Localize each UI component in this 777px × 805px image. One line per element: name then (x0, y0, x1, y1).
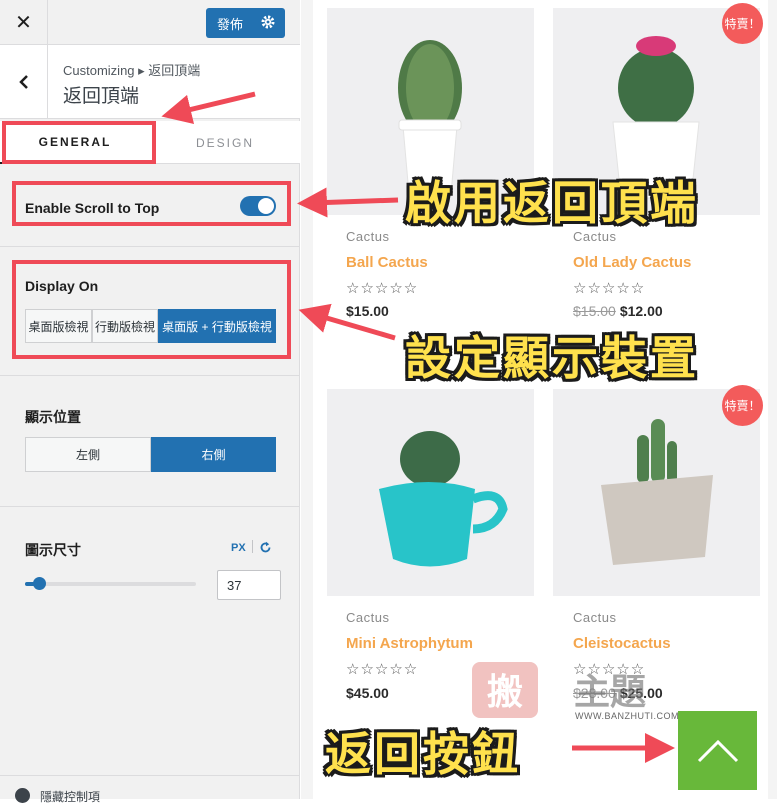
callout-display-device: 設定顯示裝置 (405, 331, 699, 385)
arrow-to-scroll (297, 187, 399, 218)
annotation-arrows (161, 91, 675, 763)
arrow-to-display (298, 303, 396, 341)
arrow-to-general (161, 91, 256, 125)
callout-enable-scroll: 啟用返回頂端 (405, 176, 699, 230)
callout-back-button: 返回按鈕 (325, 727, 521, 781)
